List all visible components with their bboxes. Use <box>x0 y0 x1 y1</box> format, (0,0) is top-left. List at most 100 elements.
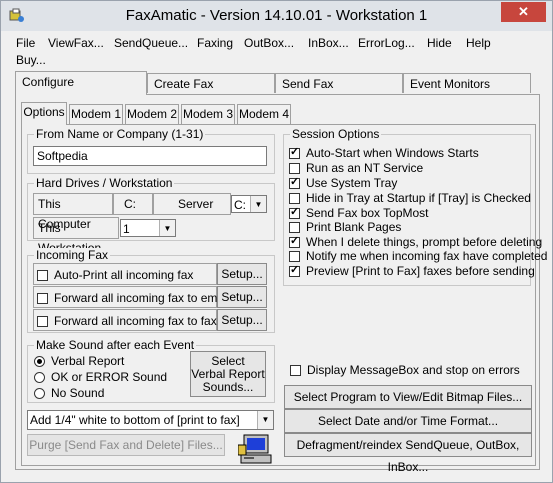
chevron-down-icon[interactable]: ▼ <box>159 220 175 236</box>
forward-email-setup-button[interactable]: Setup... <box>217 286 267 308</box>
no-sound-label: No Sound <box>51 386 105 400</box>
hide-in-tray-checkbox[interactable]: Hide in Tray at Startup if [Tray] is Che… <box>289 191 531 205</box>
menu-file[interactable]: File <box>16 36 35 50</box>
subtab-modem-1[interactable]: Modem 1 <box>69 104 123 124</box>
subtab-modem-4[interactable]: Modem 4 <box>237 104 291 124</box>
auto-print-label: Auto-Print all incoming fax <box>54 268 194 282</box>
forward-fax-setup-button[interactable]: Setup... <box>217 309 267 331</box>
from-name-input[interactable]: Softpedia <box>33 146 267 166</box>
prompt-before-delete-label: When I delete things, prompt before dele… <box>306 235 543 249</box>
checkbox-box[interactable] <box>289 205 300 219</box>
send-fax-topmost-checkbox[interactable]: Send Fax box TopMost <box>289 205 429 220</box>
window-title: FaxAmatic - Version 14.10.01 - Workstati… <box>125 7 428 24</box>
checkbox-box[interactable] <box>289 221 300 233</box>
select-sounds-line-3: Sounds... <box>202 380 254 394</box>
select-bitmap-program-button[interactable]: Select Program to View/Edit Bitmap Files… <box>284 385 532 409</box>
forward-email-checkbox[interactable]: Forward all incoming fax to email <box>37 291 229 305</box>
verbal-report-radio[interactable]: Verbal Report <box>34 354 124 368</box>
hide-in-tray-label: Hide in Tray at Startup if [Tray] is Che… <box>306 191 531 205</box>
menu-help[interactable]: Help <box>466 36 491 50</box>
checkbox-box[interactable] <box>37 292 48 304</box>
workstation-select[interactable]: 1 ▼ <box>120 219 176 237</box>
server-drive-value: C: <box>234 198 246 212</box>
tab-event-monitors[interactable]: Event Monitors <box>403 73 531 93</box>
menu-sendqueue[interactable]: SendQueue... <box>114 36 188 50</box>
radio-dot[interactable] <box>34 371 45 383</box>
checkbox-box[interactable] <box>289 145 300 159</box>
menu-errorlog[interactable]: ErrorLog... <box>358 36 415 50</box>
checkbox-box[interactable] <box>289 263 300 277</box>
purge-button[interactable]: Purge [Send Fax and Delete] Files... <box>27 434 225 456</box>
forward-fax-checkbox[interactable]: Forward all incoming fax to fax <box>37 314 217 328</box>
chevron-down-icon[interactable]: ▼ <box>250 196 266 212</box>
subtab-modem-3[interactable]: Modem 3 <box>181 104 235 124</box>
verbal-report-label: Verbal Report <box>51 354 125 368</box>
this-computer-value: C: <box>113 193 153 215</box>
preview-print-to-fax-checkbox[interactable]: Preview [Print to Fax] faxes before send… <box>289 263 535 278</box>
incoming-row: Auto-Print all incoming fax <box>33 263 217 285</box>
no-sound-radio[interactable]: No Sound <box>34 386 104 400</box>
this-computer-label: This Computer <box>33 193 113 231</box>
title-bar[interactable]: FaxAmatic - Version 14.10.01 - Workstati… <box>1 1 552 31</box>
auto-print-checkbox[interactable]: Auto-Print all incoming fax <box>37 268 193 282</box>
send-fax-topmost-label: Send Fax box TopMost <box>306 206 429 220</box>
subtab-options[interactable]: Options <box>21 102 67 125</box>
display-messagebox-checkbox[interactable]: Display MessageBox and stop on errors <box>290 363 520 377</box>
defragment-reindex-button[interactable]: Defragment/reindex SendQueue, OutBox, In… <box>284 433 532 474</box>
checkbox-box[interactable] <box>289 175 300 189</box>
workstation-value: 1 <box>123 222 130 236</box>
menu-inbox[interactable]: InBox... <box>308 36 349 50</box>
notify-incoming-checkbox[interactable]: Notify me when incoming fax have complet… <box>289 249 547 263</box>
select-verbal-report-sounds-button[interactable]: Select Verbal Report Sounds... <box>190 351 266 397</box>
auto-print-setup-button[interactable]: Setup... <box>217 263 267 285</box>
menu-faxing[interactable]: Faxing <box>197 36 233 50</box>
select-date-time-format-button[interactable]: Select Date and/or Time Format... <box>284 409 532 433</box>
nt-service-checkbox[interactable]: Run as an NT Service <box>289 161 423 175</box>
menu-outbox[interactable]: OutBox... <box>244 36 294 50</box>
system-tray-checkbox[interactable]: Use System Tray <box>289 175 398 190</box>
prompt-before-delete-checkbox[interactable]: When I delete things, prompt before dele… <box>289 234 543 249</box>
tab-create-fax[interactable]: Create Fax <box>147 73 275 93</box>
checkbox-box[interactable] <box>289 234 300 248</box>
system-tray-label: Use System Tray <box>306 176 398 190</box>
subtab-modem-2[interactable]: Modem 2 <box>125 104 179 124</box>
ok-error-sound-radio[interactable]: OK or ERROR Sound <box>34 370 167 384</box>
menu-viewfax[interactable]: ViewFax... <box>48 36 104 50</box>
display-messagebox-label: Display MessageBox and stop on errors <box>307 363 520 377</box>
checkbox-box[interactable] <box>37 315 48 327</box>
checkbox-box[interactable] <box>290 364 301 376</box>
checkbox-box[interactable] <box>37 269 48 281</box>
app-window: FaxAmatic - Version 14.10.01 - Workstati… <box>0 0 553 483</box>
preview-print-to-fax-label: Preview [Print to Fax] faxes before send… <box>306 264 535 278</box>
server-label: Server <box>153 193 231 215</box>
checkbox-box[interactable] <box>289 250 300 262</box>
sound-group-label: Make Sound after each Event <box>34 338 197 352</box>
forward-email-label: Forward all incoming fax to email <box>54 291 230 305</box>
session-options-label: Session Options <box>290 127 382 141</box>
hard-drives-label: Hard Drives / Workstation <box>34 176 175 190</box>
checkbox-box[interactable] <box>289 162 300 174</box>
checkbox-box[interactable] <box>289 192 300 204</box>
forward-fax-label: Forward all incoming fax to fax <box>54 314 217 328</box>
tab-configure[interactable]: Configure <box>15 71 147 95</box>
auto-start-checkbox[interactable]: Auto-Start when Windows Starts <box>289 145 479 160</box>
menu-bar: File ViewFax... SendQueue... Faxing OutB… <box>1 32 552 68</box>
computer-icon <box>238 434 272 464</box>
server-drive-select[interactable]: C: ▼ <box>231 195 267 213</box>
menu-hide[interactable]: Hide <box>427 36 452 50</box>
radio-dot[interactable] <box>34 355 45 367</box>
nt-service-label: Run as an NT Service <box>306 161 424 175</box>
incoming-row: Forward all incoming fax to fax <box>33 309 217 331</box>
chevron-down-icon[interactable]: ▼ <box>257 411 273 429</box>
close-button[interactable]: ✕ <box>501 2 546 22</box>
radio-dot[interactable] <box>34 387 45 399</box>
add-white-select[interactable]: Add 1/4" white to bottom of [print to fa… <box>27 410 274 445</box>
menu-buy[interactable]: Buy... <box>16 53 46 67</box>
print-blank-pages-checkbox[interactable]: Print Blank Pages <box>289 220 401 234</box>
ok-error-sound-label: OK or ERROR Sound <box>51 370 168 384</box>
this-workstation-label: This Workstation <box>33 217 119 255</box>
from-name-label: From Name or Company (1-31) <box>34 127 206 141</box>
main-tabs: Configure Create Fax Send Fax Event Moni… <box>1 71 552 95</box>
tab-send-fax[interactable]: Send Fax <box>275 73 403 93</box>
incoming-row: Forward all incoming fax to email <box>33 286 229 308</box>
